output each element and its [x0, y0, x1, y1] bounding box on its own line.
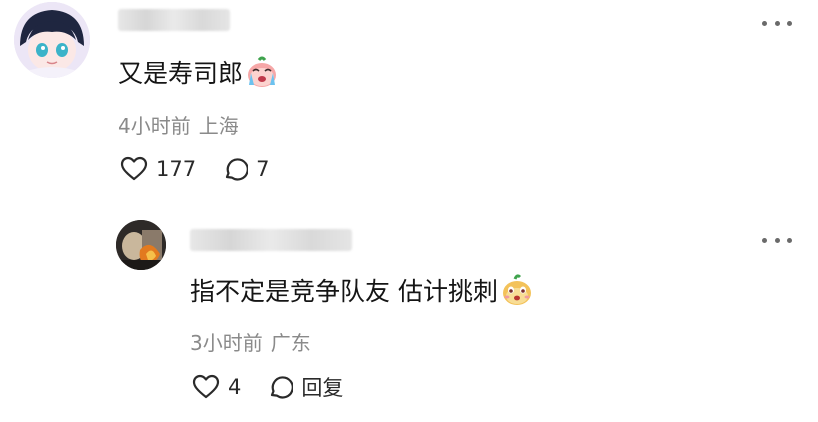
reply-like-count: 4: [228, 375, 242, 399]
heart-icon: [120, 156, 148, 181]
reply-text-row: 指不定是竞争队友 估计挑刺: [190, 272, 534, 308]
reply-username-blurred[interactable]: [190, 229, 352, 251]
like-button[interactable]: 177: [120, 156, 196, 182]
comment-actions: 177 7: [120, 156, 269, 182]
crying-emoji-icon: [248, 56, 277, 87]
reply-count: 7: [256, 157, 270, 181]
comment-bubble-icon: [271, 376, 294, 399]
username-blurred[interactable]: [118, 9, 230, 31]
comment-meta: 4小时前 上海: [118, 110, 239, 139]
smirk-emoji-icon: [502, 274, 531, 305]
reply-like-button[interactable]: 4: [192, 374, 241, 400]
comment-location: 上海: [198, 114, 239, 138]
reply-text: 指不定是竞争队友 估计挑刺: [190, 277, 498, 306]
comment-text-row: 又是寿司郎: [118, 54, 279, 90]
comment-time: 4小时前: [118, 114, 191, 138]
reply-more-options-icon[interactable]: [762, 235, 792, 245]
reply-meta: 3小时前 广东: [190, 327, 311, 356]
heart-icon: [192, 374, 220, 399]
reply-location: 广东: [270, 331, 311, 355]
reply-label: 回复: [301, 376, 344, 400]
avatar-photo: [116, 220, 166, 270]
reply-avatar[interactable]: [116, 220, 166, 270]
comment-text: 又是寿司郎: [118, 59, 244, 88]
like-count: 177: [156, 157, 197, 181]
reply-actions: 4 回复: [192, 372, 343, 402]
avatar[interactable]: [14, 2, 90, 78]
more-options-icon[interactable]: [762, 18, 792, 28]
reply-reply-button[interactable]: 回复: [267, 372, 343, 402]
reply-button[interactable]: 7: [222, 156, 269, 182]
avatar-illustration: [14, 2, 90, 78]
comment-bubble-icon: [225, 158, 249, 181]
reply-time: 3小时前: [190, 331, 263, 355]
